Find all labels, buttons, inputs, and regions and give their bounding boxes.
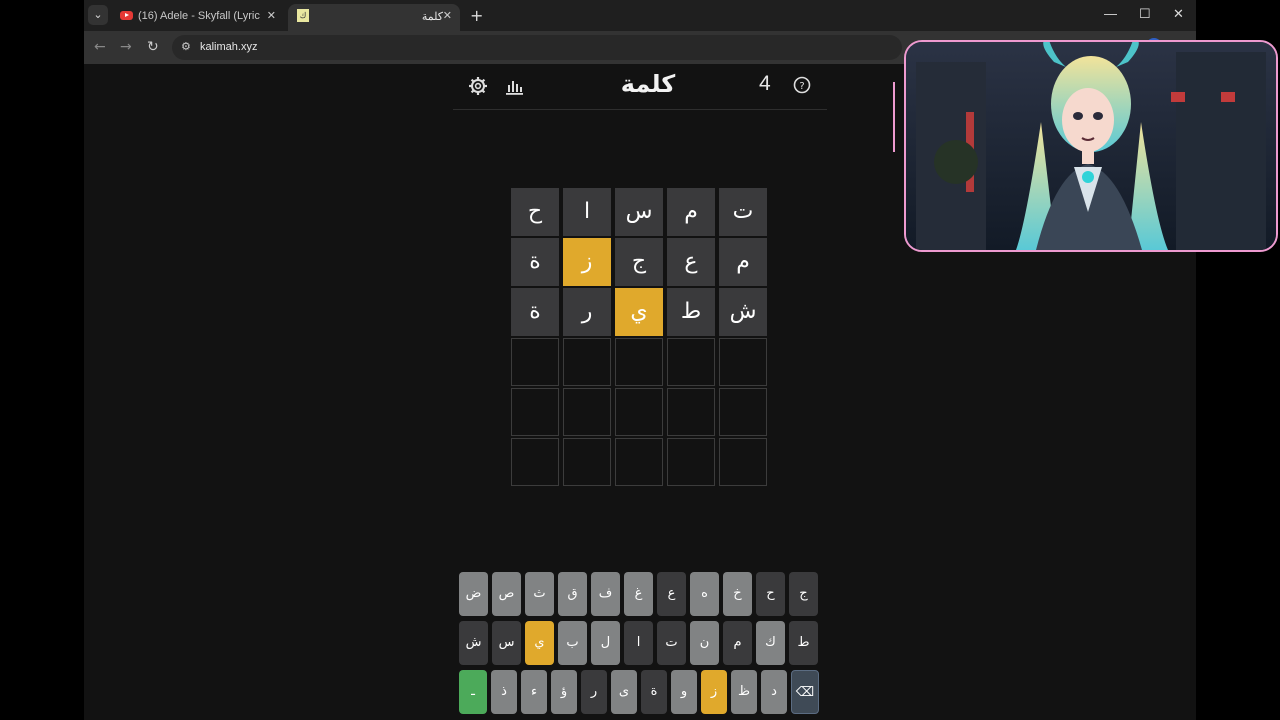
keyboard-key[interactable]: ض: [459, 572, 488, 616]
forward-icon[interactable]: →: [120, 39, 132, 55]
overlay-divider: [893, 82, 895, 152]
grid-tile: ة: [511, 288, 559, 336]
grid-tile: ت: [719, 188, 767, 236]
grid-tile: [511, 338, 559, 386]
grid-tile: س: [615, 188, 663, 236]
bar-chart-icon[interactable]: [504, 76, 524, 101]
keyboard-key[interactable]: د: [761, 670, 787, 714]
tab-title: كلمة: [421, 11, 443, 23]
page-title: كلمة: [620, 70, 676, 98]
help-icon[interactable]: ?: [793, 76, 811, 99]
grid-tile: [719, 388, 767, 436]
maximize-button[interactable]: ☐: [1139, 6, 1151, 22]
vtuber-webcam-overlay: [904, 40, 1278, 252]
keyboard-key[interactable]: غ: [624, 572, 653, 616]
keyboard-key[interactable]: ؤ: [551, 670, 577, 714]
grid-tile: [563, 338, 611, 386]
new-tab-button[interactable]: +: [470, 6, 483, 25]
keyboard-key[interactable]: ز: [701, 670, 727, 714]
close-window-button[interactable]: ✕: [1173, 6, 1184, 22]
grid-tile: [719, 438, 767, 486]
keyboard-key[interactable]: ك: [756, 621, 785, 665]
keyboard-key[interactable]: ج: [789, 572, 818, 616]
keyboard-key[interactable]: م: [723, 621, 752, 665]
grid-tile: ي: [615, 288, 663, 336]
keyboard-key[interactable]: ه: [690, 572, 719, 616]
keyboard-key[interactable]: س: [492, 621, 521, 665]
grid-tile: [563, 388, 611, 436]
keyboard-key[interactable]: ت: [657, 621, 686, 665]
grid-tile: م: [667, 188, 715, 236]
grid-tile: ج: [615, 238, 663, 286]
enter-key[interactable]: ـ: [459, 670, 487, 714]
keyboard-key[interactable]: ذ: [491, 670, 517, 714]
keyboard-key[interactable]: ن: [690, 621, 719, 665]
grid-tile: م: [719, 238, 767, 286]
grid-tile: ع: [667, 238, 715, 286]
grid-tile: ا: [563, 188, 611, 236]
game-header: كلمة 4 ?: [453, 64, 827, 110]
address-bar[interactable]: ⚙ kalimah.xyz: [172, 35, 902, 60]
tab-title: (16) Adele - Skyfall (Lyrics) - YouTube: [138, 10, 260, 22]
keyboard-key[interactable]: ى: [611, 670, 637, 714]
gear-icon[interactable]: [468, 76, 488, 101]
tab-kalimah[interactable]: ك كلمة ✕: [288, 4, 460, 31]
grid-tile: [667, 438, 715, 486]
tab-search-button[interactable]: ⌄: [88, 5, 108, 25]
grid-tile: [615, 438, 663, 486]
keyboard-key[interactable]: ث: [525, 572, 554, 616]
keyboard-key[interactable]: ل: [591, 621, 620, 665]
grid-tile: [667, 338, 715, 386]
back-icon[interactable]: ←: [94, 39, 106, 55]
grid-tile: [615, 338, 663, 386]
grid-tile: [563, 438, 611, 486]
keyboard-key[interactable]: ش: [459, 621, 488, 665]
close-icon[interactable]: ✕: [443, 9, 452, 22]
url-text: kalimah.xyz: [200, 41, 258, 53]
minimize-button[interactable]: —: [1104, 6, 1117, 21]
grid-tile: ة: [511, 238, 559, 286]
streak-count: 4: [759, 72, 771, 95]
backspace-key[interactable]: ⌫: [791, 670, 819, 714]
vtuber-avatar-image: [906, 42, 1276, 250]
grid-tile: [719, 338, 767, 386]
tab-youtube[interactable]: (16) Adele - Skyfall (Lyrics) - YouTube …: [112, 4, 284, 31]
reload-icon[interactable]: ↻: [147, 39, 159, 55]
svg-text:?: ?: [799, 81, 804, 92]
grid-tile: [511, 438, 559, 486]
keyboard-key[interactable]: ف: [591, 572, 620, 616]
grid-tile: [667, 388, 715, 436]
keyboard-key[interactable]: ا: [624, 621, 653, 665]
grid-tile: ط: [667, 288, 715, 336]
grid-tile: ر: [563, 288, 611, 336]
grid-tile: [615, 388, 663, 436]
site-settings-icon[interactable]: ⚙: [181, 40, 191, 53]
keyboard-key[interactable]: ء: [521, 670, 547, 714]
keyboard-key[interactable]: ر: [581, 670, 607, 714]
keyboard-key[interactable]: ق: [558, 572, 587, 616]
close-icon[interactable]: ✕: [267, 9, 276, 22]
grid-tile: [511, 388, 559, 436]
keyboard-key[interactable]: ص: [492, 572, 521, 616]
tab-bar: ⌄ (16) Adele - Skyfall (Lyrics) - YouTub…: [84, 0, 1196, 31]
keyboard-key[interactable]: ي: [525, 621, 554, 665]
grid-tile: ز: [563, 238, 611, 286]
grid-tile: ش: [719, 288, 767, 336]
keyboard-key[interactable]: ط: [789, 621, 818, 665]
keyboard-key[interactable]: ب: [558, 621, 587, 665]
keyboard-key[interactable]: خ: [723, 572, 752, 616]
keyboard-key[interactable]: و: [671, 670, 697, 714]
keyboard-key[interactable]: ع: [657, 572, 686, 616]
youtube-icon: [120, 11, 133, 20]
keyboard-key[interactable]: ظ: [731, 670, 757, 714]
keyboard-key[interactable]: ح: [756, 572, 785, 616]
grid-tile: ح: [511, 188, 559, 236]
keyboard-key[interactable]: ة: [641, 670, 667, 714]
